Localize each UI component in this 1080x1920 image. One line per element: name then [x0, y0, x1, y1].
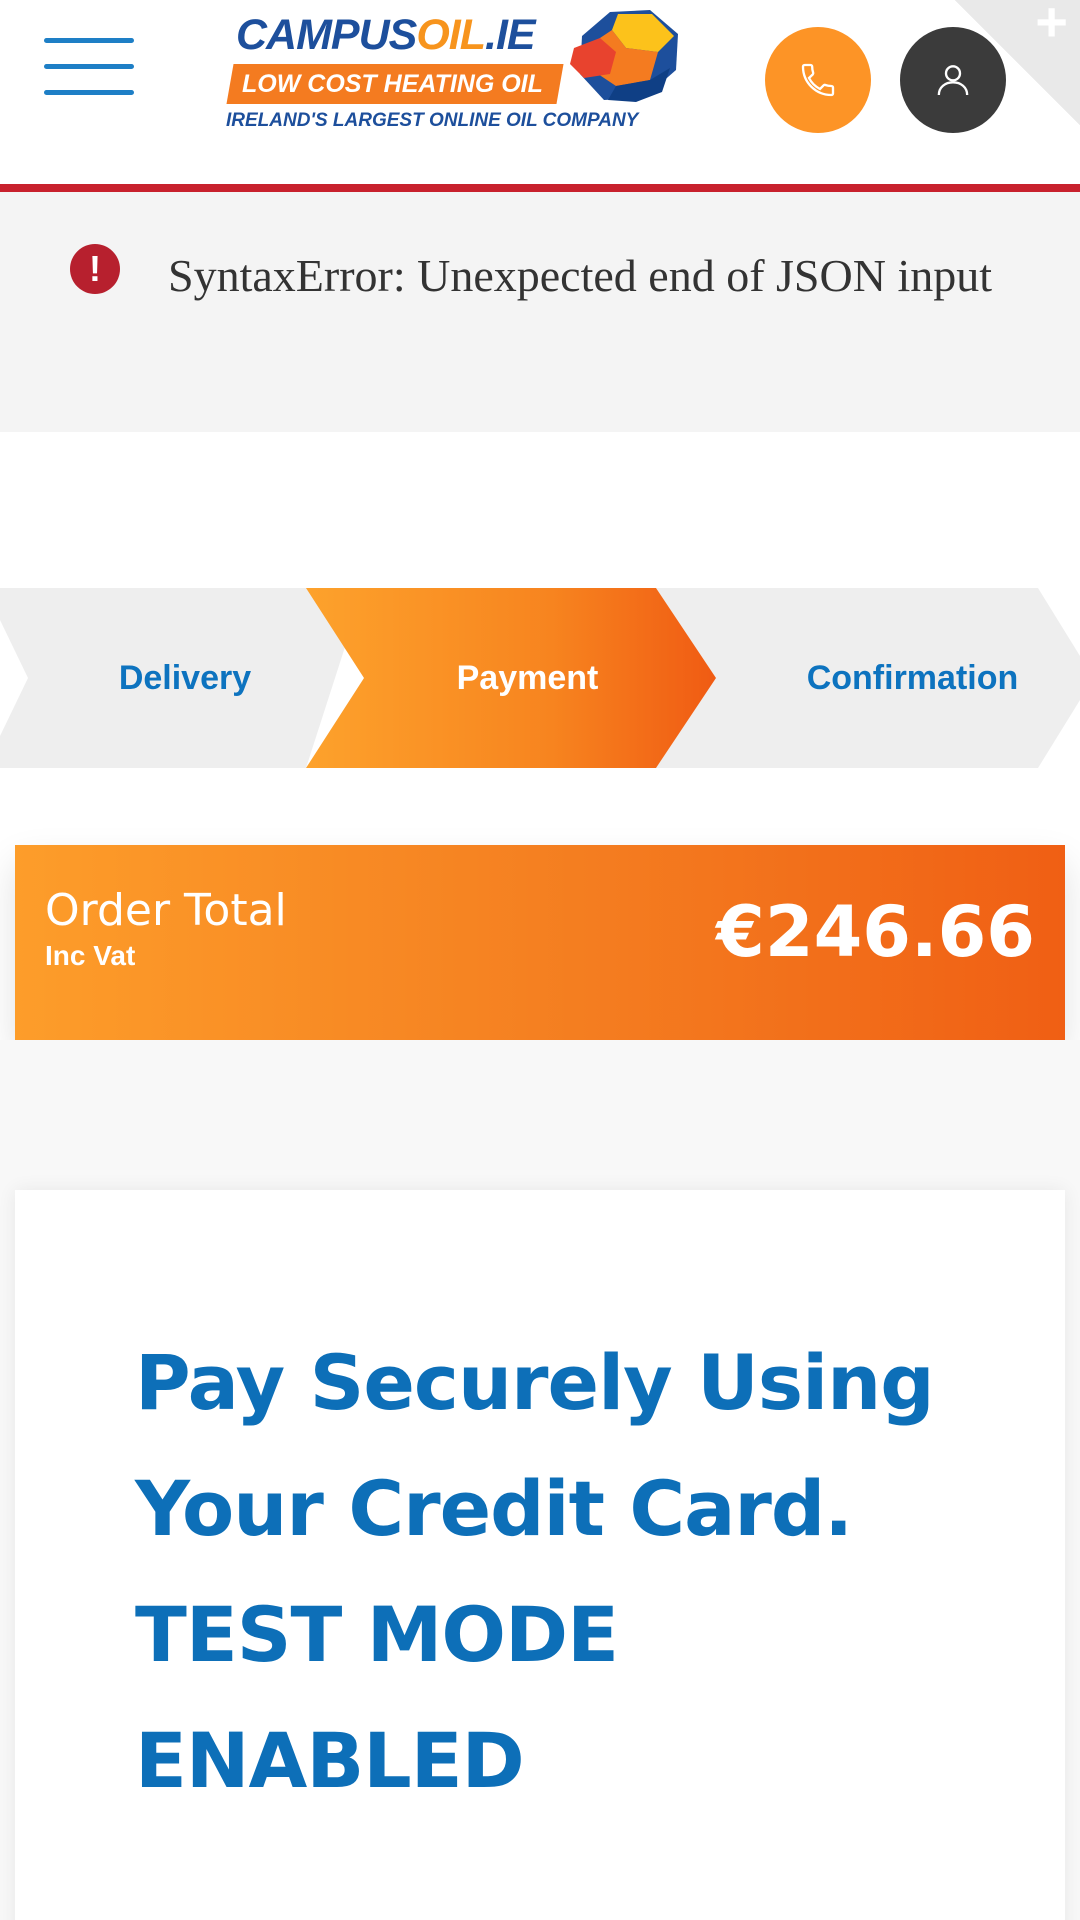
phone-icon: [801, 63, 835, 97]
payment-heading: Pay Securely Using Your Credit Card. TES…: [135, 1320, 1015, 1824]
order-total-amount: €246.66: [716, 891, 1035, 973]
step-delivery[interactable]: Delivery: [40, 588, 330, 768]
order-total-bar: Order Total Inc Vat €246.66: [15, 845, 1065, 1040]
order-total-label: Order Total: [45, 885, 287, 936]
payment-heading-line-1: Pay Securely Using: [135, 1338, 935, 1427]
error-banner: ! SyntaxError: Unexpected end of JSON in…: [0, 192, 1080, 432]
hamburger-menu-icon[interactable]: [44, 38, 136, 96]
test-mode-notice-line-1: TEST MODE: [135, 1590, 619, 1679]
logo-mark-icon: [570, 10, 678, 102]
header-divider: [0, 184, 1080, 192]
step-payment[interactable]: Payment: [340, 588, 715, 768]
payment-section: Pay Securely Using Your Credit Card. TES…: [0, 1040, 1080, 1920]
exclamation-circle-icon: !: [70, 244, 120, 294]
logo-tagline: LOW COST HEATING OIL: [242, 70, 543, 98]
site-header: CAMPUSOIL.IE LOW COST HEATING OIL IRELAN…: [0, 0, 1080, 184]
payment-card: Pay Securely Using Your Credit Card. TES…: [15, 1190, 1065, 1920]
logo-brand-text: CAMPUSOIL.IE: [236, 11, 536, 59]
plus-icon: +: [1035, 0, 1068, 53]
checkout-steps: Delivery Payment Confirmation: [0, 588, 1080, 768]
campusoil-logo[interactable]: CAMPUSOIL.IE LOW COST HEATING OIL IRELAN…: [226, 8, 678, 134]
error-message: SyntaxError: Unexpected end of JSON inpu…: [168, 250, 993, 301]
corner-expand-tab[interactable]: +: [955, 0, 1080, 125]
logo-subtitle: IRELAND'S LARGEST ONLINE OIL COMPANY: [226, 110, 639, 131]
test-mode-notice-line-2: ENABLED: [135, 1716, 525, 1805]
payment-heading-line-2: Your Credit Card.: [135, 1464, 853, 1553]
page: CAMPUSOIL.IE LOW COST HEATING OIL IRELAN…: [0, 0, 1080, 1920]
phone-button[interactable]: [765, 27, 871, 133]
order-total-vat-note: Inc Vat: [45, 940, 136, 971]
step-confirmation[interactable]: Confirmation: [740, 588, 1080, 768]
